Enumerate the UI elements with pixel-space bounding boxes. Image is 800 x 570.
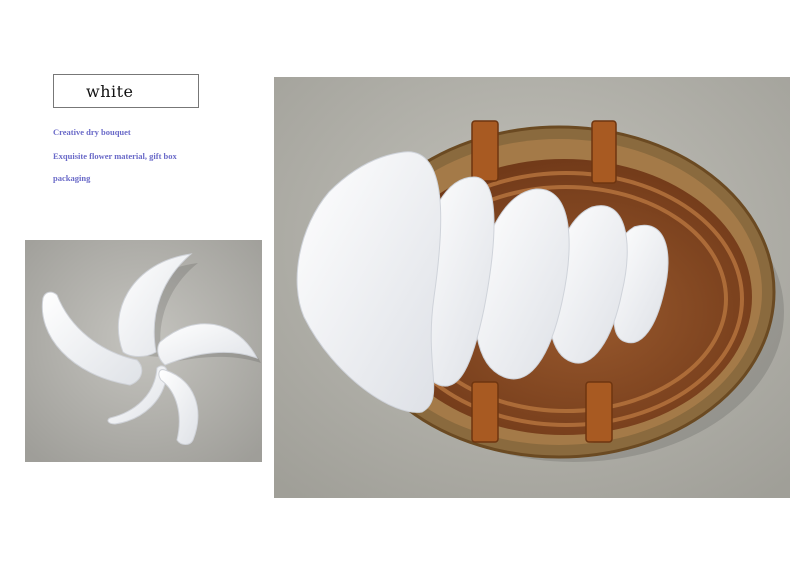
color-label-box: white (53, 74, 199, 108)
description-line-1: Creative dry bouquet (53, 127, 131, 137)
basket-strap-bottom-left (471, 381, 499, 443)
description-line-3: packaging (53, 173, 91, 183)
description-line-2: Exquisite flower material, gift box (53, 151, 177, 161)
basket-strap-bottom-right (585, 381, 613, 443)
basket-strap-top-left (471, 120, 499, 182)
color-label-text: white (86, 81, 134, 101)
basket-strap-top-right (591, 120, 617, 184)
basket-pillows-photo (274, 77, 790, 498)
pinwheel-pillows-photo (25, 240, 262, 462)
